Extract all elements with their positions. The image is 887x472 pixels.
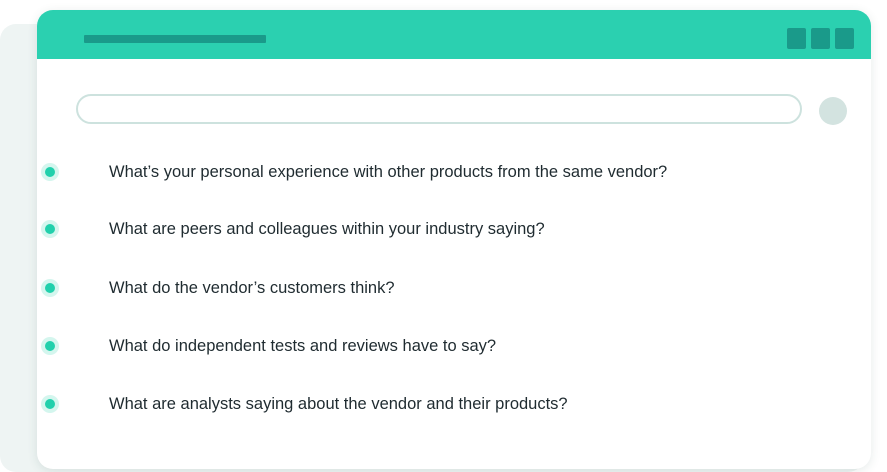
bullet-icon <box>41 279 59 297</box>
list-item-text: What are analysts saying about the vendo… <box>109 395 568 413</box>
maximize-button[interactable] <box>811 28 830 49</box>
bullet-icon <box>41 220 59 238</box>
list-item-text: What do independent tests and reviews ha… <box>109 337 497 355</box>
close-button[interactable] <box>835 28 854 49</box>
bullet-icon <box>41 163 59 181</box>
title-placeholder-bar <box>84 35 266 43</box>
page: What’s your personal experience with oth… <box>0 0 887 472</box>
list-item-text: What are peers and colleagues within you… <box>109 220 545 238</box>
search-input[interactable] <box>76 94 802 124</box>
list-item-text: What do the vendor’s customers think? <box>109 279 395 297</box>
bullet-icon <box>41 337 59 355</box>
bullet-icon <box>41 395 59 413</box>
window-controls <box>787 28 854 49</box>
list-item-text: What’s your personal experience with oth… <box>109 163 668 181</box>
title-bar <box>37 10 871 59</box>
minimize-button[interactable] <box>787 28 806 49</box>
search-button[interactable] <box>819 97 847 125</box>
